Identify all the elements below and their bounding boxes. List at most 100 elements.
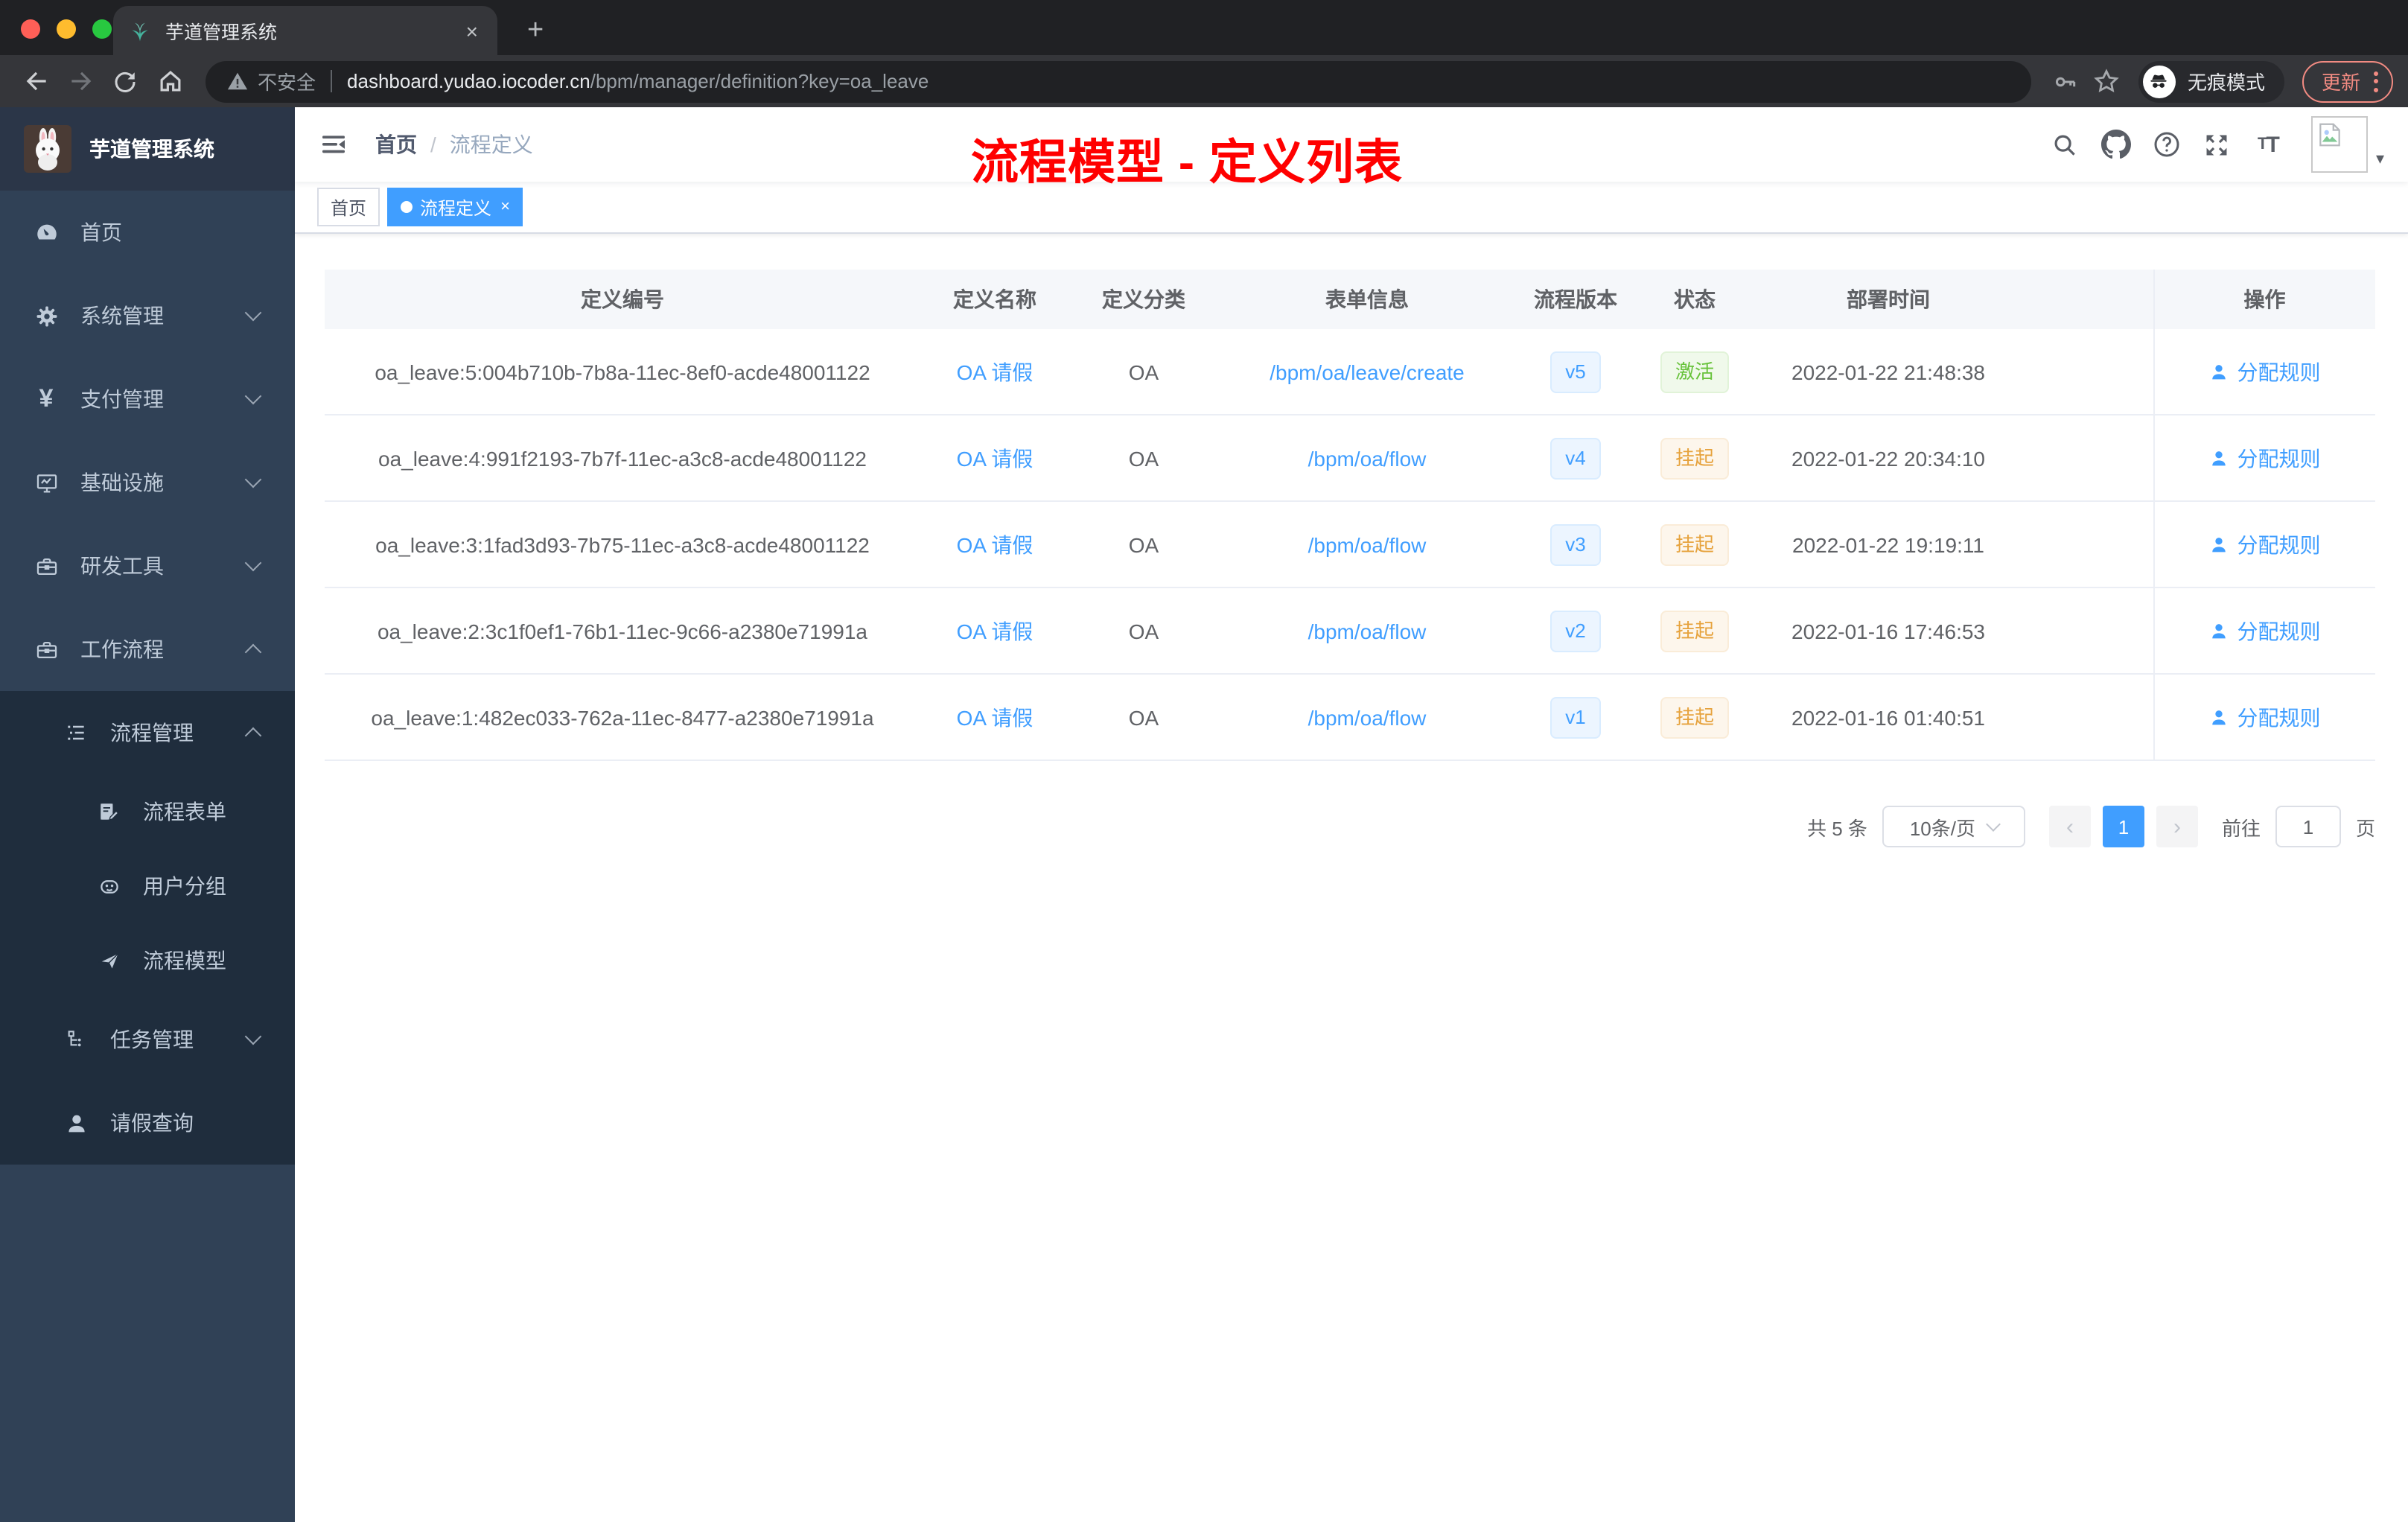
sidebar-item-system[interactable]: 系统管理 <box>0 274 295 357</box>
url-separator <box>331 70 333 92</box>
sidebar-item-leave-query[interactable]: 请假查询 <box>0 1081 295 1165</box>
next-page-button[interactable]: › <box>2156 806 2198 847</box>
cell-category: OA <box>1069 415 1218 502</box>
fullscreen-icon[interactable] <box>2202 129 2233 160</box>
form-link[interactable]: /bpm/oa/leave/create <box>1270 360 1465 383</box>
cell-id: oa_leave:5:004b710b-7b8a-11ec-8ef0-acde4… <box>325 329 920 415</box>
url-domain[interactable]: dashboard.yudao.iocoder.cn <box>347 70 590 92</box>
user-menu[interactable]: ▾ <box>2311 116 2384 173</box>
sidebar-item-label: 任务管理 <box>110 1028 194 1051</box>
sidebar-item-label: 基础设施 <box>80 471 164 494</box>
hamburger-icon[interactable] <box>319 128 351 161</box>
col-header-action: 操作 <box>2153 270 2375 329</box>
forward-icon[interactable] <box>60 60 101 102</box>
definition-name-link[interactable]: OA 请假 <box>957 532 1033 556</box>
sidebar-item-infra[interactable]: 基础设施 <box>0 441 295 524</box>
breadcrumb-home[interactable]: 首页 <box>375 130 417 159</box>
close-window-icon[interactable] <box>21 19 40 39</box>
dashboard-icon <box>33 219 60 246</box>
definition-name-link[interactable]: OA 请假 <box>957 705 1033 729</box>
back-icon[interactable] <box>15 60 57 102</box>
version-badge: v2 <box>1550 610 1601 652</box>
workflow-submenu: 流程管理 流程表单 用户分组 流程模型 任务管理 请假查询 <box>0 691 295 1165</box>
maximize-window-icon[interactable] <box>92 19 112 39</box>
goto-page-input[interactable] <box>2275 806 2341 847</box>
sidebar-item-process-form[interactable]: 流程表单 <box>0 774 295 849</box>
close-icon[interactable]: × <box>500 198 510 216</box>
update-label[interactable]: 更新 <box>2322 67 2360 95</box>
assign-rule-link[interactable]: 分配规则 <box>2209 702 2321 732</box>
screen: 芋道管理系统 × + 不安全 dashboard.yudao.iocoder.c… <box>0 0 2408 1522</box>
bookmark-star-icon[interactable] <box>2088 62 2127 101</box>
github-icon[interactable] <box>2100 129 2132 160</box>
annotation-title: 流程模型 - 定义列表 <box>971 136 1403 189</box>
form-link[interactable]: /bpm/oa/flow <box>1308 705 1427 729</box>
font-size-icon[interactable]: TT <box>2252 129 2284 160</box>
address-bar[interactable]: 不安全 dashboard.yudao.iocoder.cn/bpm/manag… <box>206 60 2031 102</box>
chevron-down-icon[interactable]: ▾ <box>2376 151 2384 173</box>
definition-name-link[interactable]: OA 请假 <box>957 619 1033 643</box>
status-badge: 挂起 <box>1660 437 1729 479</box>
version-badge: v3 <box>1550 523 1601 565</box>
reload-icon[interactable] <box>104 60 146 102</box>
app-logo-row[interactable]: 芋道管理系统 <box>0 107 295 191</box>
sidebar-item-process-mgmt[interactable]: 流程管理 <box>0 691 295 774</box>
person-icon <box>63 1109 89 1136</box>
url-path[interactable]: /bpm/manager/definition?key=oa_leave <box>590 70 929 92</box>
sidebar-item-label: 流程表单 <box>143 800 226 824</box>
sidebar-item-process-model[interactable]: 流程模型 <box>0 923 295 998</box>
browser-menu-icon[interactable] <box>2374 71 2378 92</box>
password-key-icon[interactable] <box>2046 62 2085 101</box>
browser-tab[interactable]: 芋道管理系统 × <box>113 6 497 55</box>
assign-rule-link[interactable]: 分配规则 <box>2209 616 2321 646</box>
new-tab-button[interactable]: + <box>518 6 552 55</box>
avatar-broken-image-icon[interactable] <box>2311 116 2369 173</box>
org-tree-icon <box>63 1026 89 1053</box>
assign-rule-link[interactable]: 分配规则 <box>2209 357 2321 386</box>
window-controls[interactable] <box>21 19 112 39</box>
sidebar-item-user-group[interactable]: 用户分组 <box>0 849 295 923</box>
prev-page-button[interactable]: ‹ <box>2048 806 2091 847</box>
page-size-select[interactable]: 10条/页 <box>1882 806 2025 847</box>
sidebar-item-home[interactable]: 首页 <box>0 191 295 274</box>
sidebar-item-label: 支付管理 <box>80 387 164 411</box>
browser-update-button[interactable]: 更新 <box>2302 60 2393 102</box>
form-link[interactable]: /bpm/oa/flow <box>1308 619 1427 643</box>
table-row: oa_leave:4:991f2193-7b7f-11ec-a3c8-acde4… <box>325 415 2375 502</box>
not-secure-warning-icon[interactable] <box>226 70 249 92</box>
sidebar-item-payment[interactable]: ¥ 支付管理 <box>0 357 295 441</box>
security-label[interactable]: 不安全 <box>258 67 316 95</box>
cell-category: OA <box>1069 329 1218 415</box>
definition-name-link[interactable]: OA 请假 <box>957 446 1033 470</box>
sidebar-item-task-mgmt[interactable]: 任务管理 <box>0 998 295 1081</box>
page-content: 定义编号 定义名称 定义分类 表单信息 流程版本 状态 部署时间 操作 oa_l… <box>295 234 2408 847</box>
incognito-badge: 无痕模式 <box>2138 60 2284 102</box>
page-1-button[interactable]: 1 <box>2102 806 2144 847</box>
app-title: 芋道管理系统 <box>89 137 214 161</box>
help-icon[interactable] <box>2151 129 2182 160</box>
tag-home[interactable]: 首页 <box>317 188 380 226</box>
cell-category: OA <box>1069 674 1218 761</box>
sidebar-item-devtools[interactable]: 研发工具 <box>0 524 295 608</box>
tag-process-definition[interactable]: 流程定义 × <box>387 188 523 226</box>
assign-rule-link[interactable]: 分配规则 <box>2209 443 2321 473</box>
assign-rule-link[interactable]: 分配规则 <box>2209 529 2321 559</box>
table-row: oa_leave:5:004b710b-7b8a-11ec-8ef0-acde4… <box>325 329 2375 415</box>
form-link[interactable]: /bpm/oa/flow <box>1308 446 1427 470</box>
definition-table: 定义编号 定义名称 定义分类 表单信息 流程版本 状态 部署时间 操作 oa_l… <box>325 270 2375 761</box>
chevron-down-icon <box>244 1028 262 1045</box>
user-icon <box>2212 537 2226 552</box>
minimize-window-icon[interactable] <box>57 19 76 39</box>
sidebar-item-workflow[interactable]: 工作流程 <box>0 608 295 691</box>
col-header-status: 状态 <box>1635 270 1754 329</box>
user-icon <box>2212 450 2226 465</box>
status-badge: 激活 <box>1660 351 1729 392</box>
form-link[interactable]: /bpm/oa/flow <box>1308 532 1427 556</box>
tab-close-icon[interactable]: × <box>462 19 482 42</box>
user-icon <box>2212 364 2226 379</box>
definition-name-link[interactable]: OA 请假 <box>957 360 1033 383</box>
home-icon[interactable] <box>149 60 191 102</box>
search-icon[interactable] <box>2050 129 2081 160</box>
browser-tabstrip: 芋道管理系统 × + <box>0 0 2408 55</box>
form-edit-icon <box>95 798 122 825</box>
